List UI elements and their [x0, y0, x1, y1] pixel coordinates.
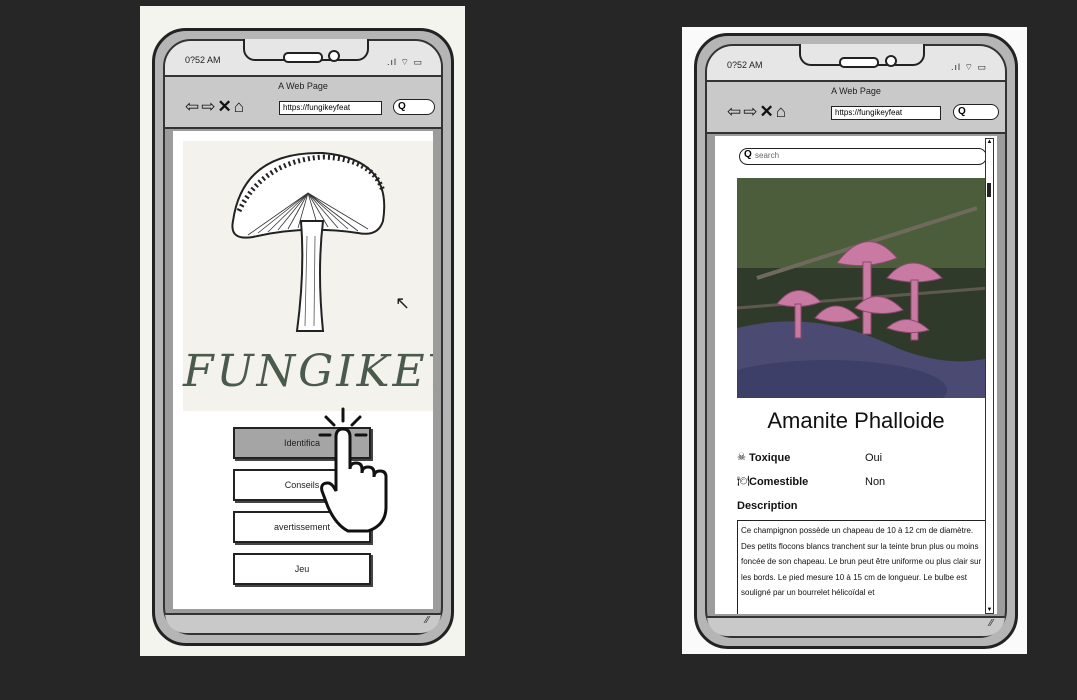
browser-bar: A Web Page ⇦⇨✕⌂ https://fungikeyfeat Q: [165, 77, 441, 129]
speaker-icon: [839, 57, 879, 68]
back-arrow-icon[interactable]: ⇦: [727, 102, 743, 121]
mushroom-photo: [737, 178, 989, 398]
home-icon[interactable]: ⌂: [234, 97, 246, 116]
toxic-label: Toxique: [749, 452, 791, 464]
camera-icon: [885, 55, 897, 67]
stop-icon[interactable]: ✕: [218, 97, 234, 116]
status-time: 0?52 AM: [185, 55, 221, 65]
nav-buttons: ⇦⇨✕⌂: [727, 102, 788, 122]
logo-image: FUNGIKEY ↖: [183, 141, 433, 411]
page-title: A Web Page: [831, 86, 881, 96]
resize-grip-icon: ⁄⁄: [425, 615, 429, 626]
scroll-thumb[interactable]: [987, 183, 991, 197]
page-search-field[interactable]: Q search: [739, 148, 987, 165]
page-title: A Web Page: [278, 81, 328, 91]
stop-icon[interactable]: ✕: [760, 102, 776, 121]
right-phone-frame: 0?52 AM .ıl ⌔ ▭ A Web Page ⇦⇨✕⌂ https://…: [694, 33, 1018, 649]
home-bar: ⁄⁄: [707, 616, 1005, 636]
right-phone-inner: 0?52 AM .ıl ⌔ ▭ A Web Page ⇦⇨✕⌂ https://…: [705, 44, 1007, 638]
forward-arrow-icon[interactable]: ⇨: [201, 97, 217, 116]
browser-search-box[interactable]: Q: [953, 104, 999, 120]
comestible-icon: 🍽: [737, 476, 750, 487]
resize-grip-icon: ⁄⁄: [989, 618, 993, 629]
left-phone-inner: 0?52 AM .ıl ⌔ ▭ A Web Page ⇦⇨✕⌂ https://…: [163, 39, 443, 635]
camera-icon: [328, 50, 340, 62]
search-icon: Q: [744, 149, 752, 160]
species-title: Amanite Phalloide: [767, 408, 945, 433]
jeu-button[interactable]: Jeu: [233, 553, 371, 585]
scrollbar[interactable]: ▲ ▼: [985, 138, 994, 614]
status-time: 0?52 AM: [727, 60, 763, 70]
comestible-label: Comestible: [749, 476, 809, 488]
search-icon: Q: [958, 106, 966, 117]
status-bar: 0?52 AM .ıl ⌔ ▭: [165, 39, 441, 77]
url-field[interactable]: https://fungikeyfeat: [279, 101, 382, 115]
nav-buttons: ⇦⇨✕⌂: [185, 97, 246, 117]
search-icon: Q: [398, 101, 406, 112]
speaker-icon: [283, 52, 323, 63]
right-mockup-panel: 0?52 AM .ıl ⌔ ▭ A Web Page ⇦⇨✕⌂ https://…: [682, 27, 1027, 654]
toxic-value: Oui: [865, 452, 883, 464]
logo-text: FUNGIKEY: [183, 346, 433, 397]
signal-wifi-battery-icon: .ıl ⌔ ▭: [951, 62, 987, 72]
scroll-up-arrow-icon[interactable]: ▲: [986, 139, 993, 145]
left-screen: FUNGIKEY ↖ Identifica Conseils avertisse…: [173, 131, 433, 609]
comestible-value: Non: [865, 476, 886, 488]
left-mockup-panel: 0?52 AM .ıl ⌔ ▭ A Web Page ⇦⇨✕⌂ https://…: [140, 6, 465, 656]
browser-search-box[interactable]: Q: [393, 99, 435, 115]
signal-wifi-battery-icon: .ıl ⌔ ▭: [387, 57, 423, 67]
status-bar: 0?52 AM .ıl ⌔ ▭: [707, 44, 1005, 82]
home-icon[interactable]: ⌂: [776, 102, 788, 121]
left-phone-frame: 0?52 AM .ıl ⌔ ▭ A Web Page ⇦⇨✕⌂ https://…: [152, 28, 454, 646]
cursor-icon: ↖: [395, 293, 411, 313]
toxic-icon: ☠: [737, 452, 746, 463]
tap-hand-icon: [318, 407, 388, 533]
search-placeholder: search: [755, 151, 780, 160]
url-field[interactable]: https://fungikeyfeat: [831, 106, 941, 120]
description-label: Description: [737, 500, 798, 512]
home-bar: ⁄⁄: [165, 613, 441, 633]
description-text: Ce champignon possède un chapeau de 10 à…: [737, 520, 987, 614]
forward-arrow-icon[interactable]: ⇨: [743, 102, 759, 121]
scroll-down-arrow-icon[interactable]: ▼: [986, 607, 993, 613]
right-screen: Q search Amanite Phalloide ☠ Toxique Oui…: [715, 136, 997, 614]
back-arrow-icon[interactable]: ⇦: [185, 97, 201, 116]
browser-bar: A Web Page ⇦⇨✕⌂ https://fungikeyfeat Q: [707, 82, 1005, 134]
